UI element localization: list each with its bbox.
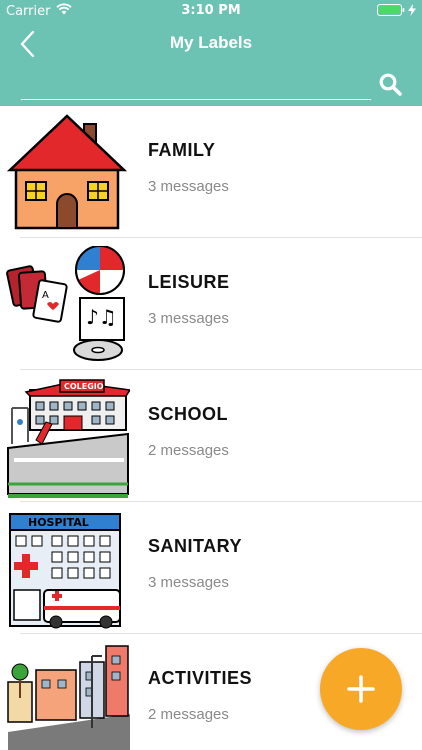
- list-item[interactable]: COLEGIO SCHOOL 2 messages: [0, 370, 422, 502]
- nav-bar: My Labels: [0, 22, 422, 66]
- add-label-button[interactable]: [320, 648, 402, 730]
- battery-icon: [377, 4, 405, 20]
- school-icon: COLEGIO: [7, 379, 130, 498]
- label-count: 3 messages: [148, 310, 229, 327]
- search-input[interactable]: [21, 68, 371, 100]
- plus-icon: [347, 675, 375, 703]
- search-button[interactable]: [378, 72, 404, 98]
- svg-text:A: A: [42, 290, 49, 301]
- label-name: FAMILY: [148, 140, 216, 160]
- hospital-icon: HOSPITAL: [9, 513, 121, 629]
- search-bar: [0, 66, 422, 106]
- status-time: 3:10 PM: [181, 3, 241, 18]
- charging-bolt-icon: [408, 4, 416, 20]
- list-item[interactable]: FAMILY 3 messages: [0, 106, 422, 238]
- status-bar: Carrier 3:10 PM: [0, 0, 422, 22]
- leisure-icon: A ♪♫: [6, 246, 125, 361]
- svg-text:COLEGIO: COLEGIO: [64, 382, 104, 391]
- list-item[interactable]: A ♪♫ LEISURE 3 messages: [0, 238, 422, 370]
- label-name: LEISURE: [148, 272, 230, 292]
- status-right: [377, 4, 416, 20]
- label-count: 2 messages: [148, 706, 229, 723]
- label-name: SCHOOL: [148, 404, 229, 424]
- house-icon: [6, 114, 128, 230]
- list-item[interactable]: HOSPITAL SANITARY 3 messages: [0, 502, 422, 634]
- page-title: My Labels: [169, 33, 253, 52]
- label-name: SANITARY: [148, 536, 242, 556]
- label-name: ACTIVITIES: [148, 668, 253, 688]
- svg-text:HOSPITAL: HOSPITAL: [28, 516, 89, 529]
- svg-text:♪♫: ♪♫: [86, 305, 117, 329]
- header: Carrier 3:10 PM My Labels: [0, 0, 422, 106]
- label-count: 3 messages: [148, 178, 229, 195]
- label-count: 3 messages: [148, 574, 229, 591]
- label-count: 2 messages: [148, 442, 229, 459]
- search-icon: [379, 73, 402, 96]
- street-icon: [7, 645, 130, 750]
